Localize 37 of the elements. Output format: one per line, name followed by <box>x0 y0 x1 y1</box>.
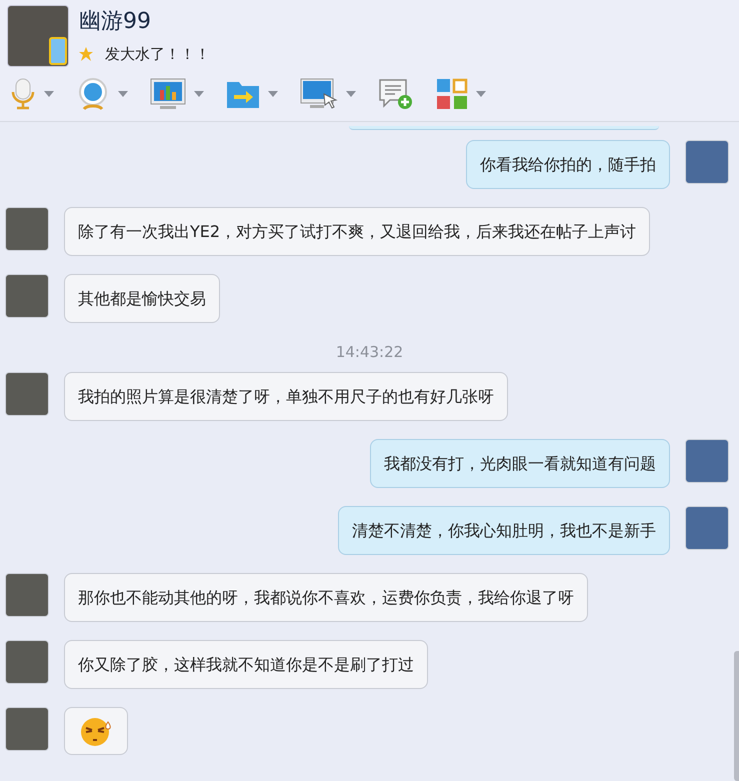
contact-name: 幽游99 <box>79 8 152 36</box>
chat-bubble: 其他都是愉快交易 <box>64 274 220 323</box>
chat-bubble: 清楚不清楚，你我心知肚明，我也不是新手 <box>338 506 670 554</box>
chat-bubble: 那你也不能动其他的呀，我都说你不喜欢，运费你负责，我给你退了呀 <box>64 572 588 622</box>
avatar-image[interactable] <box>685 506 729 550</box>
avatar-image[interactable] <box>5 706 49 750</box>
app-grid-icon[interactable] <box>436 78 468 110</box>
avatar-image[interactable] <box>685 140 729 184</box>
folder-arrow-icon[interactable] <box>226 79 260 109</box>
avatar-image[interactable] <box>5 640 49 684</box>
caret-icon[interactable] <box>346 91 356 97</box>
webcam-icon[interactable] <box>76 77 110 111</box>
chat-bubble: 我拍的照片算是很清楚了呀，单独不用尺子的也有好几张呀 <box>64 372 508 420</box>
avatar-image[interactable] <box>5 372 49 416</box>
avatar-image[interactable] <box>685 438 729 482</box>
scrollbar[interactable] <box>734 651 739 781</box>
caret-icon[interactable] <box>194 91 204 97</box>
bar-chart-monitor-icon[interactable] <box>150 78 186 110</box>
timestamp: 14:43:22 <box>336 342 404 363</box>
avatar-image[interactable] <box>5 274 49 318</box>
chat-bubble: 你又除了胶，这样我就不知道你是不是刷了打过 <box>64 640 428 688</box>
contact-avatar-image[interactable] <box>7 5 69 67</box>
caret-icon[interactable] <box>268 91 278 97</box>
chat-bubble: 我都没有打，光肉眼一看就知道有问题 <box>370 438 670 488</box>
caret-icon[interactable] <box>476 91 486 97</box>
contact-status: 发大水了！！！ <box>105 44 210 65</box>
caret-icon[interactable] <box>44 91 54 97</box>
star-icon <box>79 47 93 62</box>
chat-bubble: 你看我给你拍的，随手拍 <box>466 140 670 189</box>
avatar-image[interactable] <box>5 572 49 616</box>
avatar-image[interactable] <box>5 207 49 251</box>
chat-bubble: 除了有一次我出YE2，对方买了试打不爽，又退回给我，后来我还在帖子上声讨 <box>64 207 650 256</box>
caret-icon[interactable] <box>118 91 128 97</box>
phone-icon <box>49 37 67 65</box>
monitor-cursor-icon[interactable] <box>300 78 338 110</box>
chat-add-icon[interactable] <box>378 78 414 110</box>
microphone-icon[interactable] <box>10 78 36 110</box>
